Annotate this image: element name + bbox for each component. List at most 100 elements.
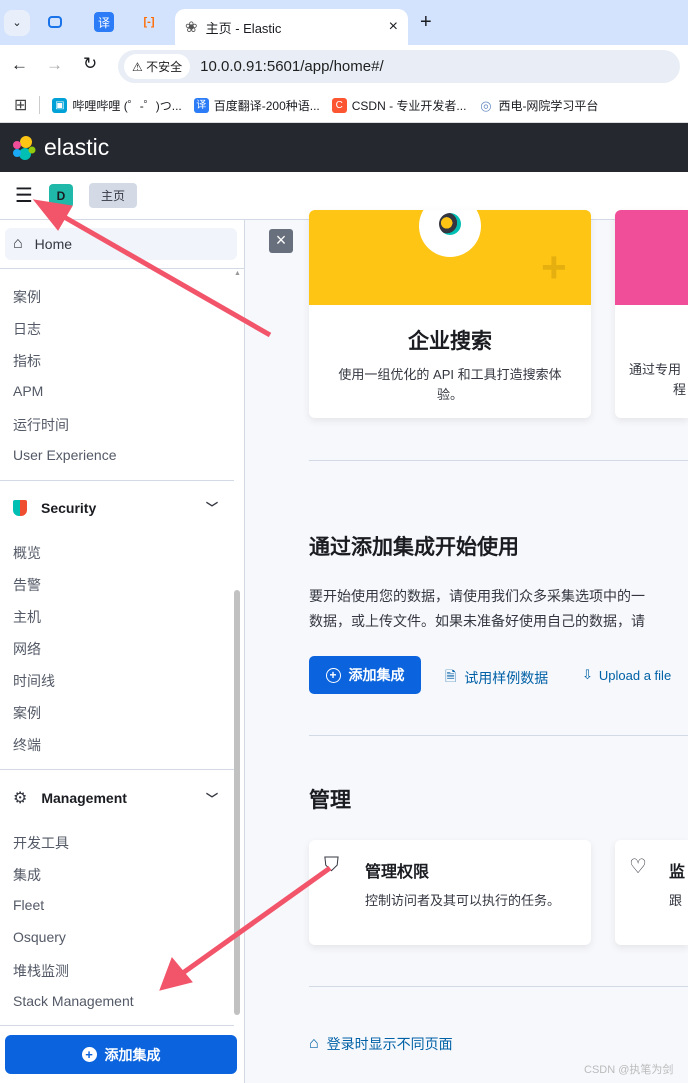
solution-card-enterprise-search[interactable]: + 企业搜索 使用一组优化的 API 和工具打造搜索体验。 xyxy=(309,210,591,418)
sidebar-nav-item[interactable]: Stack Management xyxy=(13,993,134,1009)
elastic-brand[interactable]: elastic xyxy=(44,134,109,161)
xidian-icon: ◎ xyxy=(480,97,492,113)
sidebar-nav-item[interactable]: Fleet xyxy=(13,897,44,913)
insecure-badge[interactable]: ⚠ 不安全 xyxy=(124,54,191,79)
default-route-link[interactable]: ⌂ 登录时显示不同页面 xyxy=(309,1034,453,1054)
security-section-toggle[interactable]: Security ﹀ xyxy=(13,499,218,516)
card-description: 控制访问者及其可以执行的任务。 xyxy=(365,893,561,908)
bookmark-label: 百度翻译-200种语... xyxy=(213,98,320,113)
sidebar-nav-item[interactable]: 概览 xyxy=(13,543,41,563)
add-integration-button[interactable]: + 添加集成 xyxy=(5,1035,237,1074)
sidebar-nav-item[interactable]: 主机 xyxy=(13,607,41,627)
url-text: 10.0.0.91:5601/app/home#/ xyxy=(200,58,384,75)
divider xyxy=(309,986,688,987)
scroll-up-icon[interactable]: ▲ xyxy=(234,270,241,277)
sidebar-nav-item[interactable]: APM xyxy=(13,383,43,399)
apps-grid-icon[interactable]: ⊞ xyxy=(14,95,27,115)
divider xyxy=(0,480,234,481)
csdn-icon: C xyxy=(331,97,347,113)
gear-icon: ⚙ xyxy=(13,790,28,807)
tab-search-button[interactable]: ⌄ xyxy=(4,10,30,36)
sidebar-nav-item[interactable]: User Experience xyxy=(13,447,117,463)
new-tab-button[interactable]: + xyxy=(420,11,432,34)
sidebar-nav-item[interactable]: 堆栈监测 xyxy=(13,961,69,981)
sidebar-nav-item[interactable]: 告警 xyxy=(13,575,41,595)
sidebar-nav-item[interactable]: 终端 xyxy=(13,735,41,755)
description-line: 要开始使用您的数据，请使用我们众多采集选项中的一 xyxy=(309,588,645,604)
card-banner: + xyxy=(309,210,591,305)
back-icon[interactable]: ← xyxy=(11,55,28,75)
enterprise-search-logo-icon xyxy=(419,210,481,257)
bookmark-baidu-translate[interactable]: 译百度翻译-200种语... xyxy=(193,97,320,114)
card-title: 管理权限 xyxy=(365,864,430,881)
bookmark-xidian[interactable]: ◎ 西电-网院学习平台 xyxy=(478,97,598,114)
warning-icon: ⚠ xyxy=(132,60,143,74)
solution-card-2[interactable]: 通过专用程 xyxy=(615,210,688,418)
sidebar-item-home[interactable]: ⌂ Home xyxy=(5,228,237,260)
card-description: 跟 xyxy=(669,893,683,908)
plus-circle-icon: + xyxy=(81,1047,97,1062)
manage-permissions-card[interactable]: ⛉ 管理权限 控制访问者及其可以执行的任务。 xyxy=(309,840,591,945)
divider xyxy=(309,460,688,461)
menu-hamburger-icon[interactable]: ☰ xyxy=(15,186,33,206)
elastic-favicon-icon: ❀ xyxy=(185,19,198,36)
sidebar-nav-item[interactable]: 指标 xyxy=(13,351,41,371)
home-label: Home xyxy=(34,236,73,252)
divider xyxy=(39,96,41,114)
bookmark-bilibili[interactable]: ▣ 哔哩哔哩 (゜-゜)つ... xyxy=(52,97,182,114)
tab-translate[interactable]: 译 xyxy=(94,12,114,32)
scrollbar[interactable] xyxy=(234,590,240,1015)
forward-icon[interactable]: → xyxy=(46,55,63,75)
elastic-logo-icon[interactable] xyxy=(12,135,36,161)
sidebar-nav-item[interactable]: 网络 xyxy=(13,639,41,659)
divider xyxy=(0,769,234,770)
plus-circle-icon: + xyxy=(325,667,341,683)
chevron-down-icon: ﹀ xyxy=(205,791,218,806)
elastic-header: elastic xyxy=(0,123,688,172)
management-title: Management xyxy=(41,790,127,806)
upload-file-label: Upload a file xyxy=(598,667,672,683)
sidebar-nav-item[interactable]: 集成 xyxy=(13,865,41,885)
tab-elastic-home[interactable]: ❀ 主页 - Elastic × xyxy=(175,9,408,45)
shield-icon: ⛉ xyxy=(324,854,339,876)
reload-icon[interactable]: ↻ xyxy=(83,54,97,74)
translate-icon: 译 xyxy=(193,97,209,113)
bookmark-label: CSDN - 专业开发者... xyxy=(351,98,467,113)
bookmark-label: 哔哩哔哩 (゜-゜)つ... xyxy=(72,98,182,113)
upload-file-link[interactable]: ⇩ Upload a file xyxy=(582,667,671,683)
tab-title: 主页 - Elastic xyxy=(205,20,282,36)
divider xyxy=(0,1025,234,1026)
management-section-toggle[interactable]: ⚙ Management ﹀ xyxy=(13,788,218,808)
watermark: CSDN @执笔为剑 xyxy=(584,1064,674,1076)
tab-aliyun[interactable]: [-] xyxy=(139,12,159,32)
monitoring-card[interactable]: ♡ 监 跟 xyxy=(615,840,688,945)
management-heading: 管理 xyxy=(309,789,351,812)
import-icon: ⇩ xyxy=(582,667,593,682)
sample-data-link[interactable]: 🗎 试用样例数据 xyxy=(445,666,548,690)
home-icon: ⌂ xyxy=(13,235,23,252)
breadcrumb[interactable]: 主页 xyxy=(88,183,137,208)
home-icon: ⌂ xyxy=(309,1035,319,1052)
sidebar-nav-item[interactable]: 运行时间 xyxy=(13,415,69,435)
sidebar-nav-item[interactable]: 时间线 xyxy=(13,671,55,691)
sidebar-nav-item[interactable]: 案例 xyxy=(13,703,41,723)
sidebar-nav-item[interactable]: 开发工具 xyxy=(13,833,69,853)
card-banner xyxy=(615,210,688,305)
sidebar-nav-item[interactable]: Osquery xyxy=(13,929,66,945)
plus-decoration-icon: + xyxy=(541,243,567,292)
bookmark-csdn[interactable]: C CSDN - 专业开发者... xyxy=(331,97,467,114)
close-tab-icon[interactable]: × xyxy=(389,18,398,36)
avatar[interactable]: D xyxy=(48,183,73,208)
document-icon: 🗎 xyxy=(445,668,457,684)
security-title: Security xyxy=(41,499,97,516)
dismiss-button[interactable]: × xyxy=(269,229,293,253)
sidebar-nav-item[interactable]: 案例 xyxy=(13,287,41,307)
sidebar-nav-item[interactable]: 日志 xyxy=(13,319,41,339)
default-route-label: 登录时显示不同页面 xyxy=(326,1036,453,1052)
browser-tab-bar: ⌄ 译 [-] ❀ 主页 - Elastic × + xyxy=(0,0,688,45)
add-integrations-button[interactable]: + 添加集成 xyxy=(309,656,421,694)
url-input[interactable]: ⚠ 不安全 10.0.0.91:5601/app/home#/ xyxy=(118,50,680,83)
heartbeat-icon: ♡ xyxy=(629,856,647,878)
card-description-2: 程 xyxy=(673,382,687,397)
tab-chrome[interactable] xyxy=(48,16,62,28)
